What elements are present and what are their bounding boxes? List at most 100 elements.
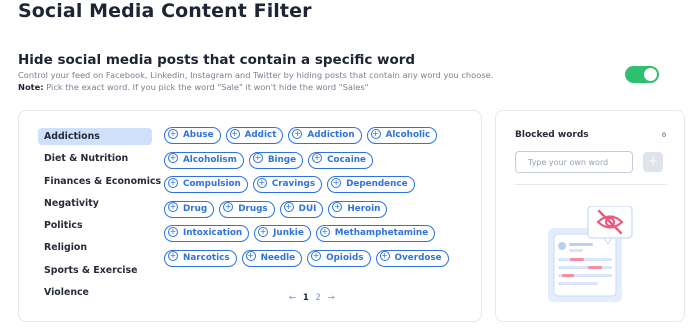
plus-circle-icon: + bbox=[292, 128, 303, 139]
chip-row: + Narcotics + Needle + Opioids + Overdose bbox=[164, 249, 464, 269]
word-chip[interactable]: + Methamphetamine bbox=[315, 225, 436, 243]
plus-circle-icon: + bbox=[370, 128, 381, 139]
word-chip-grid: + Abuse + Addict + Addiction + Alcoholic + Alcoho… bbox=[164, 127, 464, 275]
page-2-button[interactable]: 2 bbox=[315, 293, 320, 303]
plus-circle-icon: + bbox=[245, 251, 256, 262]
word-chip[interactable]: + Addict bbox=[225, 127, 284, 144]
toggle-knob bbox=[644, 68, 657, 81]
word-chip[interactable]: + Addiction bbox=[288, 127, 362, 144]
note-text: Pick the exact word. If you pick the wor… bbox=[43, 82, 369, 92]
word-chip[interactable]: + Intoxication bbox=[164, 225, 250, 243]
plus-circle-icon: + bbox=[168, 128, 178, 139]
plus-circle-icon: + bbox=[229, 128, 240, 139]
word-chip[interactable]: + Opioids bbox=[307, 249, 371, 267]
word-chip-label: Addiction bbox=[307, 130, 355, 140]
word-chip-label: Alcoholic bbox=[385, 130, 431, 140]
plus-circle-icon: + bbox=[283, 202, 294, 213]
prev-page-button[interactable]: ← bbox=[289, 293, 296, 303]
category-list: Addictions Diet & Nutrition Finances & Eco… bbox=[38, 128, 161, 306]
word-chip[interactable]: + Needle bbox=[241, 249, 303, 267]
pagination: ← 1 2 → bbox=[287, 293, 337, 303]
plus-circle-icon: + bbox=[252, 153, 263, 164]
plus-circle-icon: + bbox=[258, 226, 269, 237]
blocked-words-title: Blocked words bbox=[515, 130, 589, 140]
category-item[interactable]: Diet & Nutrition bbox=[38, 150, 152, 167]
plus-circle-icon: + bbox=[311, 251, 322, 262]
plus-circle-icon: + bbox=[223, 202, 234, 213]
plus-circle-icon: + bbox=[256, 177, 267, 188]
word-chip-label: Heroin bbox=[347, 203, 381, 214]
plus-circle-icon: + bbox=[168, 226, 178, 237]
chip-row: + Drug + Drugs + DUI + Heroin bbox=[164, 200, 464, 220]
section-title: Hide social media posts that contain a s… bbox=[18, 52, 416, 68]
word-chip-label: Cocaine bbox=[327, 154, 366, 165]
category-item[interactable]: Negativity bbox=[38, 195, 152, 212]
plus-circle-icon: + bbox=[332, 202, 343, 213]
divider bbox=[515, 184, 667, 185]
category-item[interactable]: Politics bbox=[38, 217, 152, 234]
category-item[interactable]: Violence bbox=[38, 284, 152, 301]
plus-circle-icon: + bbox=[168, 153, 178, 164]
word-chip-label: Needle bbox=[260, 252, 296, 263]
chip-row: + Abuse + Addict + Addiction + Alcoholic bbox=[164, 127, 464, 146]
plus-circle-icon: + bbox=[168, 177, 178, 188]
word-chip[interactable]: + Drug bbox=[164, 200, 215, 218]
word-chip-label: Dependence bbox=[346, 179, 408, 190]
chip-row: + Intoxication + Junkie + Methamphetamine bbox=[164, 225, 464, 244]
plus-circle-icon: + bbox=[319, 226, 330, 237]
word-chip-label: Binge bbox=[267, 154, 297, 165]
word-chip[interactable]: + DUI bbox=[279, 200, 324, 218]
note-label: Note: bbox=[18, 82, 44, 92]
word-chip-label: Drugs bbox=[238, 203, 268, 214]
blocked-words-card: Blocked words 0 + bbox=[495, 110, 685, 322]
next-page-button[interactable]: → bbox=[328, 293, 335, 303]
word-chip[interactable]: + Junkie bbox=[254, 225, 311, 243]
word-chip[interactable]: + Heroin bbox=[328, 200, 388, 218]
add-word-button[interactable]: + bbox=[643, 152, 663, 172]
word-chip-label: Drug bbox=[183, 203, 208, 214]
word-chip[interactable]: + Dependence bbox=[327, 176, 415, 194]
word-chip[interactable]: + Compulsion bbox=[164, 176, 248, 194]
blocked-words-count: 0 bbox=[662, 132, 666, 139]
plus-circle-icon: + bbox=[379, 251, 390, 262]
word-picker-card: Addictions Diet & Nutrition Finances & Eco… bbox=[18, 110, 482, 322]
section-description: Control your feed on Facebook, Linkedin,… bbox=[18, 70, 494, 80]
plus-circle-icon: + bbox=[312, 153, 323, 164]
category-item[interactable]: Finances & Economics bbox=[38, 173, 161, 190]
word-chip[interactable]: + Abuse bbox=[164, 127, 221, 144]
chip-row: + Alcoholism + Binge + Cocaine bbox=[164, 151, 464, 171]
page-title: Social Media Content Filter bbox=[18, 0, 312, 22]
custom-word-input[interactable] bbox=[515, 151, 633, 173]
chip-row: + Compulsion + Cravings + Dependence bbox=[164, 176, 464, 195]
word-chip-label: Addict bbox=[244, 130, 277, 140]
word-chip-label: DUI bbox=[298, 203, 317, 214]
plus-circle-icon: + bbox=[168, 202, 178, 213]
word-chip[interactable]: + Narcotics bbox=[164, 249, 237, 267]
filter-toggle[interactable] bbox=[625, 66, 659, 83]
plus-circle-icon: + bbox=[168, 251, 178, 262]
word-chip-label: Overdose bbox=[394, 252, 442, 263]
word-chip[interactable]: + Cravings bbox=[252, 176, 323, 194]
category-item[interactable]: Sports & Exercise bbox=[38, 262, 152, 279]
word-chip[interactable]: + Alcoholic bbox=[366, 127, 438, 144]
word-chip-label: Methamphetamine bbox=[334, 228, 429, 239]
section-note: Note: Pick the exact word. If you pick t… bbox=[18, 82, 369, 92]
word-chip-label: Abuse bbox=[183, 130, 214, 140]
word-chip-label: Opioids bbox=[326, 252, 364, 263]
word-chip-label: Alcoholism bbox=[183, 154, 237, 165]
page-1-button[interactable]: 1 bbox=[303, 293, 309, 303]
word-chip-label: Intoxication bbox=[183, 228, 243, 239]
word-chip[interactable]: + Drugs bbox=[219, 200, 275, 218]
word-chip[interactable]: + Alcoholism bbox=[164, 151, 244, 169]
category-item[interactable]: Religion bbox=[38, 239, 152, 256]
plus-circle-icon: + bbox=[331, 177, 342, 188]
category-item[interactable]: Addictions bbox=[38, 128, 152, 145]
word-chip-label: Junkie bbox=[273, 228, 304, 239]
word-chip[interactable]: + Cocaine bbox=[308, 151, 373, 169]
word-chip-label: Compulsion bbox=[183, 179, 241, 190]
word-chip-label: Cravings bbox=[271, 179, 316, 190]
word-chip[interactable]: + Binge bbox=[248, 151, 304, 169]
hidden-post-illustration bbox=[548, 206, 633, 302]
word-chip-label: Narcotics bbox=[183, 252, 230, 263]
word-chip[interactable]: + Overdose bbox=[375, 249, 449, 267]
